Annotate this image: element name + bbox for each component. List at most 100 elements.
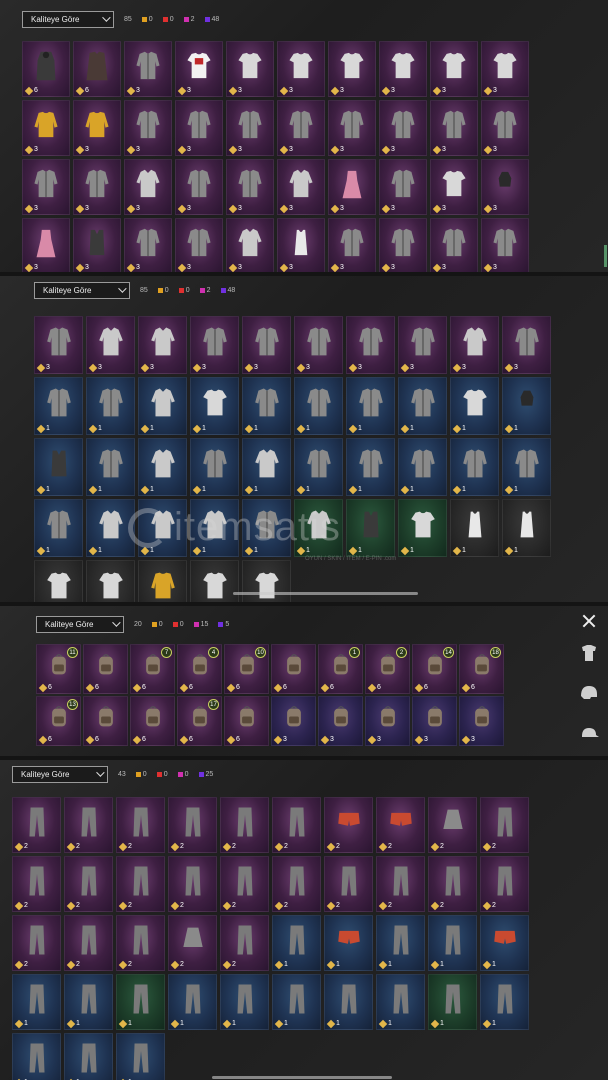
inventory-item-shirt[interactable]: 3 [450, 316, 499, 374]
inventory-item-pants[interactable]: 1 [116, 974, 165, 1030]
inventory-item-tshirt[interactable]: 3 [379, 41, 427, 97]
inventory-item-pants[interactable]: 1 [12, 1033, 61, 1080]
inventory-item-tshirt[interactable]: 3 [481, 41, 529, 97]
scrollbar[interactable] [604, 245, 607, 267]
inventory-item-jacket[interactable]: 3 [175, 159, 223, 215]
inventory-item-vest[interactable]: 3 [73, 218, 121, 272]
inventory-item-pants[interactable]: 2 [168, 797, 217, 853]
inventory-item-pants[interactable]: 2 [12, 915, 61, 971]
inventory-item-jacket[interactable]: 3 [379, 159, 427, 215]
inventory-item-bag[interactable]: 6 [83, 644, 128, 694]
inventory-item-jacket[interactable]: 1 [34, 499, 83, 557]
inventory-item-shorts[interactable]: 2 [376, 797, 425, 853]
inventory-item-pants[interactable]: 2 [480, 856, 529, 912]
inventory-item-pants[interactable]: 1 [220, 974, 269, 1030]
inventory-item-tshirt[interactable]: 3 [430, 159, 478, 215]
inventory-item-tshirt[interactable]: 1 [190, 377, 239, 435]
inventory-item-jacket[interactable]: 1 [190, 438, 239, 496]
inventory-item-jacket[interactable]: 3 [398, 316, 447, 374]
inventory-item-jacket[interactable]: 1 [86, 438, 135, 496]
inventory-item-pants[interactable]: 2 [12, 856, 61, 912]
inventory-item-pants[interactable]: 1 [376, 974, 425, 1030]
sort-dropdown[interactable]: Kaliteye Göre [22, 10, 114, 28]
inventory-item-pants[interactable]: 1 [168, 974, 217, 1030]
inventory-item-shorts[interactable]: 1 [480, 915, 529, 971]
inventory-item-bag[interactable]: 64 [177, 644, 222, 694]
inventory-item-pants[interactable]: 1 [272, 974, 321, 1030]
inventory-item-dress[interactable]: 3 [328, 159, 376, 215]
inventory-item-shirt[interactable]: 3 [86, 316, 135, 374]
inventory-item-tshirt[interactable] [242, 560, 291, 602]
inventory-item-jacket[interactable]: 3 [22, 159, 70, 215]
inventory-item-jacket[interactable]: 3 [294, 316, 343, 374]
inventory-item-jacket[interactable]: 1 [450, 438, 499, 496]
inventory-item-jacket[interactable]: 3 [175, 218, 223, 272]
inventory-item-tshirt[interactable]: 1 [450, 377, 499, 435]
inventory-item-shorts[interactable]: 2 [324, 797, 373, 853]
scrollbar[interactable] [233, 592, 418, 595]
inventory-item-coat[interactable]: 6 [73, 41, 121, 97]
inventory-item-tshirt[interactable] [86, 560, 135, 602]
inventory-item-sweater[interactable] [138, 560, 187, 602]
inventory-item-bag[interactable]: 6 18 [459, 644, 504, 694]
inventory-item-bag[interactable]: 67 [130, 644, 175, 694]
inventory-item-jacket[interactable]: 3 [379, 218, 427, 272]
inventory-item-pants[interactable]: 2 [64, 915, 113, 971]
inventory-item-pants[interactable]: 2 [64, 856, 113, 912]
inventory-item-jacket[interactable]: 1 [398, 377, 447, 435]
inventory-item-jacket[interactable]: 3 [379, 100, 427, 156]
inventory-item-shirt[interactable]: 1 [86, 499, 135, 557]
inventory-item-vest[interactable]: 1 [346, 499, 395, 557]
inventory-item-shirt[interactable]: 1 [190, 499, 239, 557]
inventory-item-jacket[interactable]: 3 [430, 218, 478, 272]
inventory-item-pants[interactable]: 1 [64, 1033, 113, 1080]
inventory-item-tshirt[interactable]: 3 [328, 41, 376, 97]
inventory-item-tshirt[interactable] [190, 560, 239, 602]
inventory-item-pants[interactable]: 1 [480, 974, 529, 1030]
inventory-item-jacket[interactable]: 1 [34, 377, 83, 435]
inventory-item-bag[interactable]: 61 [318, 644, 363, 694]
inventory-item-jacket[interactable]: 3 [346, 316, 395, 374]
inventory-item-top[interactable]: 3 [481, 159, 529, 215]
inventory-item-pants[interactable]: 2 [116, 856, 165, 912]
inventory-item-jacket[interactable]: 1 [294, 377, 343, 435]
inventory-item-shirt[interactable]: 1 [138, 499, 187, 557]
inventory-item-pants[interactable]: 2 [272, 856, 321, 912]
inventory-item-bag[interactable]: 3 [318, 696, 363, 746]
inventory-item-tshirt[interactable] [34, 560, 83, 602]
inventory-item-sweater[interactable]: 3 [73, 100, 121, 156]
inventory-item-jacket[interactable]: 3 [34, 316, 83, 374]
inventory-item-jacket[interactable]: 1 [242, 377, 291, 435]
inventory-item-pants[interactable]: 1 [64, 974, 113, 1030]
inventory-item-pants[interactable]: 2 [116, 797, 165, 853]
inventory-item-bag[interactable]: 62 [365, 644, 410, 694]
inventory-item-top[interactable]: 1 [502, 377, 551, 435]
inventory-item-shirt[interactable]: 3 [226, 218, 274, 272]
inventory-item-skirt[interactable]: 2 [428, 797, 477, 853]
inventory-item-tshirt-kfc[interactable]: 3 [175, 41, 223, 97]
inventory-item-shirt[interactable]: 1 [242, 438, 291, 496]
inventory-item-tank[interactable]: 1 [450, 499, 499, 557]
inventory-item-pants[interactable]: 1 [12, 974, 61, 1030]
inventory-item-jacket[interactable]: 3 [481, 100, 529, 156]
inventory-item-pants[interactable]: 1 [376, 915, 425, 971]
inventory-item-jacket[interactable]: 3 [328, 218, 376, 272]
inventory-item-jacket[interactable]: 3 [124, 100, 172, 156]
inventory-item-bag[interactable]: 6 17 [177, 696, 222, 746]
inventory-item-bag[interactable]: 3 [365, 696, 410, 746]
inventory-item-jacket[interactable]: 1 [346, 438, 395, 496]
inventory-item-bag[interactable]: 6 10 [224, 644, 269, 694]
inventory-item-shirt[interactable]: 3 [138, 316, 187, 374]
scrollbar[interactable] [212, 1076, 392, 1079]
inventory-item-vest[interactable]: 1 [34, 438, 83, 496]
inventory-item-jacket[interactable]: 1 [502, 438, 551, 496]
inventory-item-skirt[interactable]: 2 [168, 915, 217, 971]
inventory-item-pants[interactable]: 2 [428, 856, 477, 912]
sort-dropdown[interactable]: Kaliteye Göre [12, 765, 108, 783]
inventory-item-pants[interactable]: 2 [168, 856, 217, 912]
inventory-item-bag[interactable]: 6 [224, 696, 269, 746]
inventory-item-pants[interactable]: 2 [12, 797, 61, 853]
inventory-item-jacket[interactable]: 1 [346, 377, 395, 435]
inventory-item-pants[interactable]: 2 [220, 856, 269, 912]
inventory-item-jacket[interactable]: 3 [430, 100, 478, 156]
